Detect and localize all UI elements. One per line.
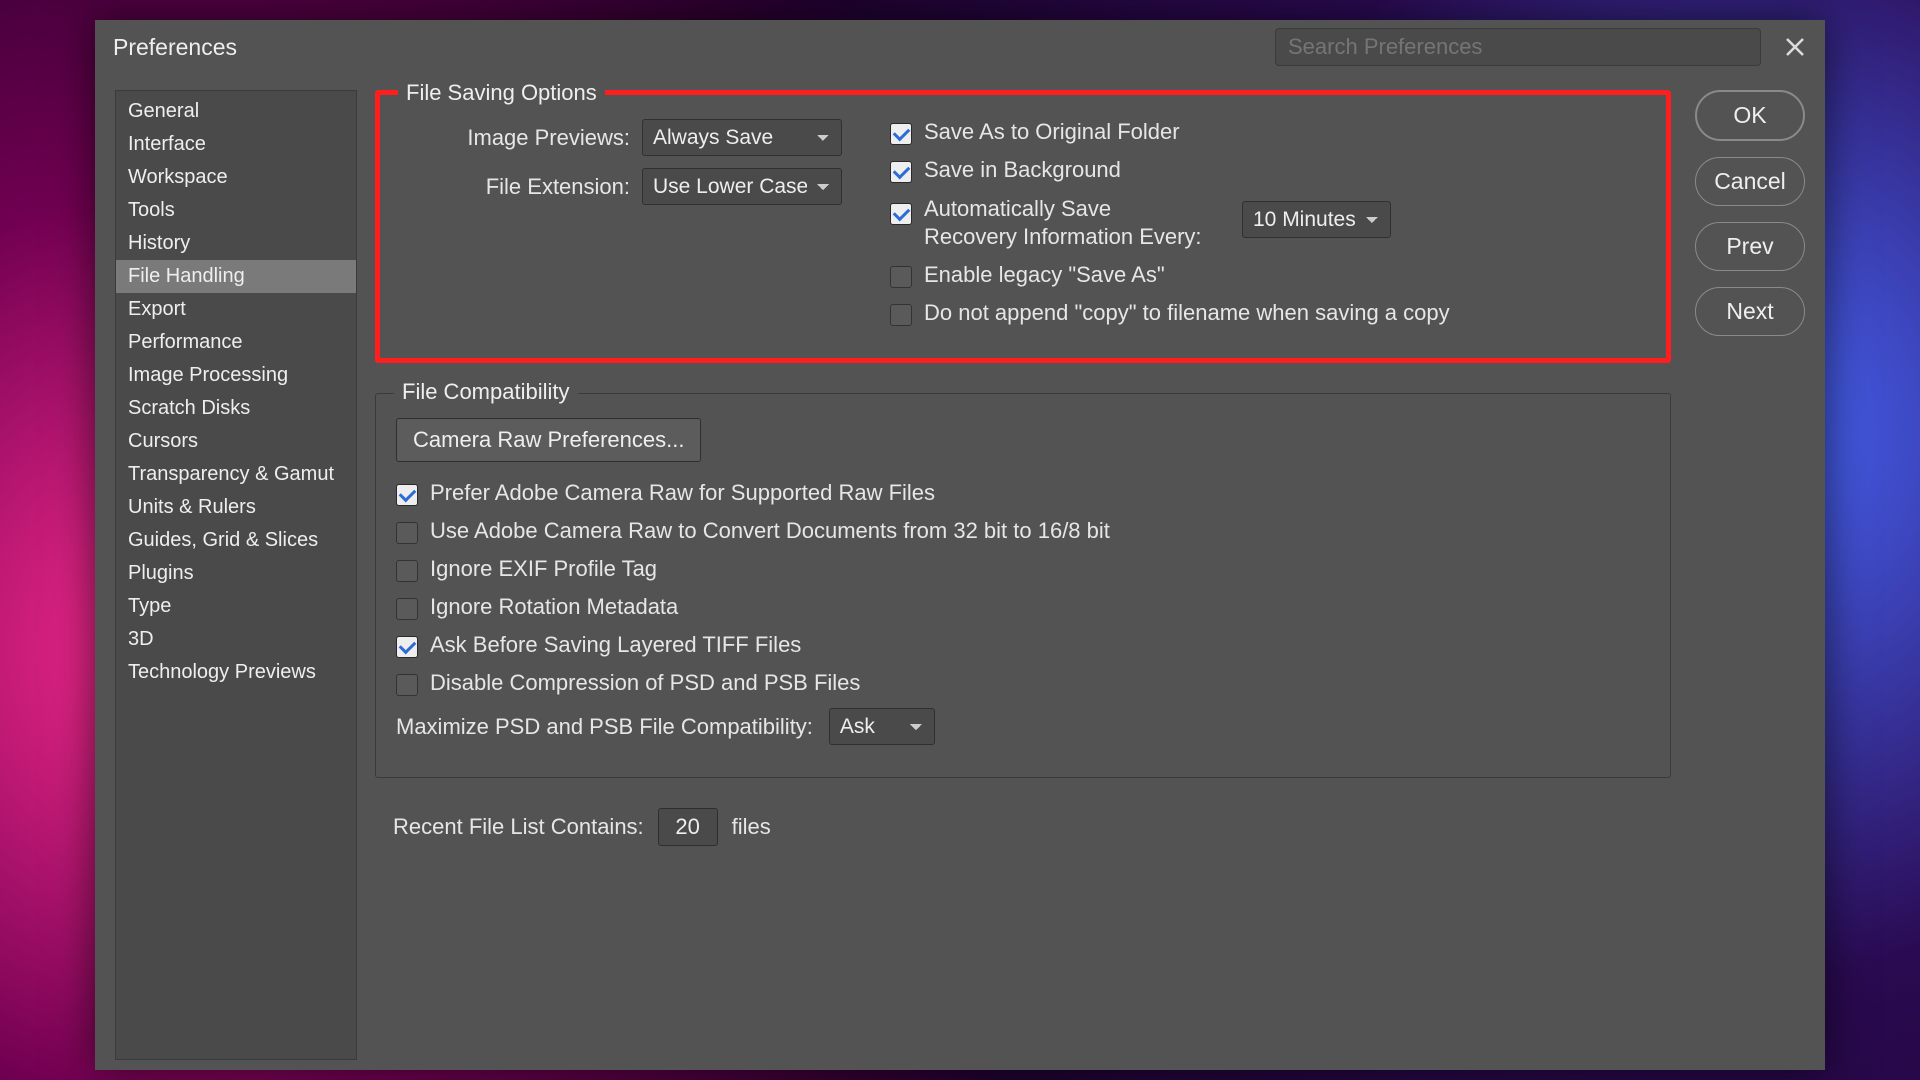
- ok-button[interactable]: OK: [1695, 90, 1805, 141]
- no-append-copy-checkbox[interactable]: [890, 304, 912, 326]
- ignore-rotation-checkbox[interactable]: [396, 598, 418, 620]
- file-saving-legend: File Saving Options: [398, 80, 605, 106]
- recent-list-label: Recent File List Contains:: [393, 814, 644, 840]
- sidebar-item-interface[interactable]: Interface: [116, 128, 356, 161]
- recent-list-input[interactable]: [658, 808, 718, 846]
- sidebar-item-technology-previews[interactable]: Technology Previews: [116, 656, 356, 689]
- file-compat-legend: File Compatibility: [394, 379, 578, 405]
- prev-button[interactable]: Prev: [1695, 222, 1805, 271]
- use-acr-convert-label: Use Adobe Camera Raw to Convert Document…: [430, 518, 1110, 544]
- sidebar-item-image-processing[interactable]: Image Processing: [116, 359, 356, 392]
- sidebar-item-type[interactable]: Type: [116, 590, 356, 623]
- dialog-title: Preferences: [113, 34, 237, 61]
- enable-legacy-label: Enable legacy "Save As": [924, 262, 1165, 288]
- ask-tiff-checkbox[interactable]: [396, 636, 418, 658]
- ignore-exif-checkbox[interactable]: [396, 560, 418, 582]
- sidebar-item-3d[interactable]: 3D: [116, 623, 356, 656]
- image-previews-label: Image Previews:: [400, 125, 630, 151]
- sidebar-item-cursors[interactable]: Cursors: [116, 425, 356, 458]
- sidebar-item-tools[interactable]: Tools: [116, 194, 356, 227]
- save-in-background-checkbox[interactable]: [890, 161, 912, 183]
- titlebar: Preferences: [95, 20, 1825, 72]
- next-button[interactable]: Next: [1695, 287, 1805, 336]
- preferences-dialog: Preferences GeneralInterfaceWorkspaceToo…: [95, 20, 1825, 1070]
- ignore-exif-label: Ignore EXIF Profile Tag: [430, 556, 657, 582]
- autosave-interval-select[interactable]: 10 Minutes: [1242, 201, 1391, 238]
- sidebar-item-export[interactable]: Export: [116, 293, 356, 326]
- save-as-original-checkbox[interactable]: [890, 123, 912, 145]
- main-panel: File Saving Options Image Previews: Alwa…: [357, 90, 1689, 1060]
- save-in-background-label: Save in Background: [924, 157, 1121, 183]
- sidebar-item-guides-grid-slices[interactable]: Guides, Grid & Slices: [116, 524, 356, 557]
- use-acr-convert-checkbox[interactable]: [396, 522, 418, 544]
- sidebar-item-scratch-disks[interactable]: Scratch Disks: [116, 392, 356, 425]
- autosave-label: Automatically Save Recovery Information …: [924, 195, 1204, 250]
- image-previews-select[interactable]: Always Save: [642, 119, 842, 156]
- sidebar-item-workspace[interactable]: Workspace: [116, 161, 356, 194]
- maximize-compat-label: Maximize PSD and PSB File Compatibility:: [396, 714, 813, 740]
- ask-tiff-label: Ask Before Saving Layered TIFF Files: [430, 632, 801, 658]
- disable-compress-label: Disable Compression of PSD and PSB Files: [430, 670, 860, 696]
- save-as-original-label: Save As to Original Folder: [924, 119, 1180, 145]
- disable-compress-checkbox[interactable]: [396, 674, 418, 696]
- prefer-acr-label: Prefer Adobe Camera Raw for Supported Ra…: [430, 480, 935, 506]
- close-button[interactable]: [1779, 31, 1811, 63]
- prefer-acr-checkbox[interactable]: [396, 484, 418, 506]
- sidebar-item-plugins[interactable]: Plugins: [116, 557, 356, 590]
- file-extension-select[interactable]: Use Lower Case: [642, 168, 842, 205]
- sidebar-item-general[interactable]: General: [116, 95, 356, 128]
- sidebar-item-file-handling[interactable]: File Handling: [116, 260, 356, 293]
- file-extension-label: File Extension:: [400, 174, 630, 200]
- camera-raw-prefs-button[interactable]: Camera Raw Preferences...: [396, 418, 701, 462]
- file-compat-group: File Compatibility Camera Raw Preference…: [375, 393, 1671, 778]
- autosave-checkbox[interactable]: [890, 203, 912, 225]
- dialog-buttons: OK Cancel Prev Next: [1695, 90, 1805, 1060]
- close-icon: [1784, 36, 1806, 58]
- sidebar-item-performance[interactable]: Performance: [116, 326, 356, 359]
- sidebar-item-transparency-gamut[interactable]: Transparency & Gamut: [116, 458, 356, 491]
- search-input[interactable]: [1275, 28, 1761, 66]
- file-saving-group: File Saving Options Image Previews: Alwa…: [375, 90, 1671, 363]
- enable-legacy-checkbox[interactable]: [890, 266, 912, 288]
- sidebar: GeneralInterfaceWorkspaceToolsHistoryFil…: [115, 90, 357, 1060]
- ignore-rotation-label: Ignore Rotation Metadata: [430, 594, 678, 620]
- sidebar-item-units-rulers[interactable]: Units & Rulers: [116, 491, 356, 524]
- no-append-copy-label: Do not append "copy" to filename when sa…: [924, 300, 1450, 326]
- sidebar-item-history[interactable]: History: [116, 227, 356, 260]
- maximize-compat-select[interactable]: Ask: [829, 708, 935, 745]
- recent-list-suffix: files: [732, 814, 771, 840]
- cancel-button[interactable]: Cancel: [1695, 157, 1805, 206]
